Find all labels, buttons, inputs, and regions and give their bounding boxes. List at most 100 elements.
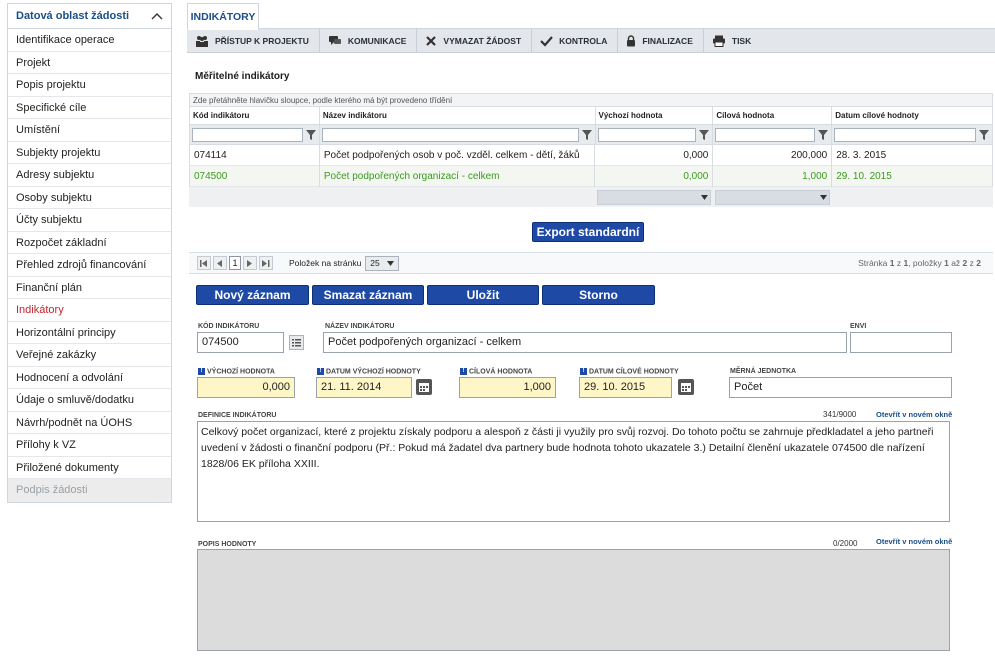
access-button[interactable]: PŘÍSTUP K PROJEKTU [187, 28, 320, 53]
name-label: NÁZEV INDIKÁTORU [325, 323, 395, 330]
code-input[interactable]: 074500 [197, 332, 284, 353]
name-input[interactable]: Počet podpořených organizací - celkem [323, 332, 847, 353]
column-header-name[interactable]: Název indikátoru [320, 107, 596, 124]
cell-code: 074114 [190, 144, 320, 166]
description-open-link[interactable]: Otevřít v novém okně [876, 537, 952, 546]
filter-icon[interactable] [581, 129, 593, 141]
definition-label: DEFINICE INDIKÁTORU [198, 412, 277, 419]
sidebar-item[interactable]: Přílohy k VZ [8, 434, 171, 457]
filter-icon[interactable] [305, 129, 317, 141]
filter-icon[interactable] [698, 129, 710, 141]
sidebar-item[interactable]: Účty subjektu [8, 209, 171, 232]
sidebar-item[interactable]: Osoby subjektu [8, 187, 171, 209]
envi-label: ENVI [850, 323, 867, 330]
export-button[interactable]: Export standardní [532, 222, 644, 242]
sidebar-item[interactable]: Hodnocení a odvolání [8, 367, 171, 389]
lock-icon [627, 34, 636, 46]
table-row[interactable]: 074500 Počet podpořených organizací - cel… [189, 165, 993, 187]
sidebar-item[interactable]: Indikátory [8, 299, 171, 322]
calendar-icon [419, 382, 429, 392]
filter-input-start[interactable] [597, 127, 697, 142]
sidebar-item[interactable]: Specifické cíle [8, 97, 171, 119]
target-date-input[interactable]: 29. 10. 2015 [579, 377, 672, 398]
target-date-calendar-button[interactable] [678, 379, 694, 395]
description-label: POPIS HODNOTY [198, 541, 257, 548]
sidebar-item[interactable]: Subjekty projektu [8, 142, 171, 164]
sidebar-item[interactable]: Přiložené dokumenty [8, 457, 171, 479]
sidebar-item[interactable]: Identifikace operace [8, 29, 171, 52]
column-header-date[interactable]: Datum cílové hodnoty [832, 107, 994, 124]
table-row[interactable]: 074114 Počet podpořených osob v poč. vzdě… [189, 144, 993, 166]
definition-textarea[interactable]: Celkový počet organizací, které z projek… [197, 421, 950, 522]
aggregate-select-target[interactable] [715, 189, 830, 205]
cell-date: 28. 3. 2015 [832, 144, 993, 166]
chevron-down-icon [820, 194, 827, 200]
finalize-button[interactable]: FINALIZACE [618, 28, 704, 53]
communication-button[interactable]: KOMUNIKACE [320, 28, 418, 53]
envi-input[interactable] [850, 332, 952, 353]
column-header-start[interactable]: Výchozí hodnota [596, 107, 714, 124]
calendar-icon [681, 382, 691, 392]
sidebar-item[interactable]: Projekt [8, 52, 171, 74]
filter-icon[interactable] [817, 129, 829, 141]
check-button[interactable]: KONTROLA [532, 28, 619, 53]
filter-icon[interactable] [978, 129, 990, 141]
summary-text: z [967, 258, 977, 268]
tab-indicators[interactable]: INDIKÁTORY [187, 3, 259, 30]
per-page-select[interactable]: 25 [365, 255, 400, 271]
checkmark-icon [540, 35, 553, 47]
prev-page-icon [217, 259, 222, 267]
current-page[interactable]: 1 [229, 256, 241, 270]
sidebar-item[interactable]: Údaje o smluvě/dodatku [8, 389, 171, 412]
delete-application-button[interactable]: VYMAZAT ŽÁDOST [417, 28, 533, 53]
filter-input-target[interactable] [715, 127, 816, 142]
aggregate-select-start[interactable] [597, 189, 711, 205]
sidebar-item[interactable]: Přehled zdrojů financování [8, 254, 171, 277]
cancel-button[interactable]: Storno [542, 285, 655, 305]
delete-record-button[interactable]: Smazat záznam [312, 285, 424, 305]
prev-page-button[interactable] [213, 256, 227, 270]
last-page-button[interactable] [259, 256, 273, 270]
first-page-button[interactable] [197, 256, 211, 270]
sidebar-header[interactable]: Datová oblast žádosti [8, 4, 171, 29]
sidebar: Datová oblast žádosti Identifikace opera… [7, 3, 172, 503]
section-title: Měřitelné indikátory [195, 71, 290, 82]
chevron-down-icon [387, 260, 395, 266]
save-button[interactable]: Uložit [427, 285, 539, 305]
target-value-label: ! CÍLOVÁ HODNOTA [460, 368, 532, 375]
last-page-icon [262, 259, 270, 267]
sidebar-item[interactable]: Horizontální principy [8, 322, 171, 344]
required-icon: ! [580, 368, 587, 375]
sidebar-item[interactable]: Adresy subjektu [8, 164, 171, 187]
sidebar-item[interactable]: Rozpočet základní [8, 232, 171, 254]
start-date-calendar-button[interactable] [416, 379, 432, 395]
sidebar-item[interactable]: Návrh/podnět na ÚOHS [8, 412, 171, 434]
new-record-button[interactable]: Nový záznam [196, 285, 309, 305]
filter-input-code[interactable] [192, 127, 303, 142]
summary-text: až [948, 258, 963, 268]
cell-start: 0,000 [595, 165, 714, 187]
tab-bar: INDIKÁTORY [187, 3, 995, 30]
column-header-target[interactable]: Cílová hodnota [713, 107, 833, 124]
sidebar-item[interactable]: Finanční plán [8, 277, 171, 299]
finalize-label: FINALIZACE [642, 35, 693, 46]
chevron-up-icon[interactable] [151, 12, 163, 20]
sidebar-item[interactable]: Umístění [8, 119, 171, 142]
chevron-down-icon [701, 194, 708, 200]
column-header-code[interactable]: Kód indikátoru [190, 107, 320, 124]
check-label: KONTROLA [559, 35, 608, 46]
delete-application-label: VYMAZAT ŽÁDOST [443, 35, 522, 46]
filter-input-name[interactable] [321, 127, 579, 142]
next-page-button[interactable] [243, 256, 257, 270]
target-value-input[interactable]: 1,000 [459, 377, 556, 398]
sidebar-item[interactable]: Popis projektu [8, 74, 171, 97]
start-value-input[interactable]: 0,000 [197, 377, 295, 398]
start-value-label-text: VÝCHOZÍ HODNOTA [207, 368, 275, 376]
definition-open-link[interactable]: Otevřít v novém okně [876, 410, 952, 419]
unit-input[interactable]: Počet [729, 377, 952, 398]
code-lookup-button[interactable] [289, 335, 304, 350]
filter-input-date[interactable] [834, 127, 977, 142]
print-button[interactable]: TISK [704, 29, 761, 53]
start-date-input[interactable]: 21. 11. 2014 [316, 377, 412, 398]
sidebar-item[interactable]: Veřejné zakázky [8, 344, 171, 367]
